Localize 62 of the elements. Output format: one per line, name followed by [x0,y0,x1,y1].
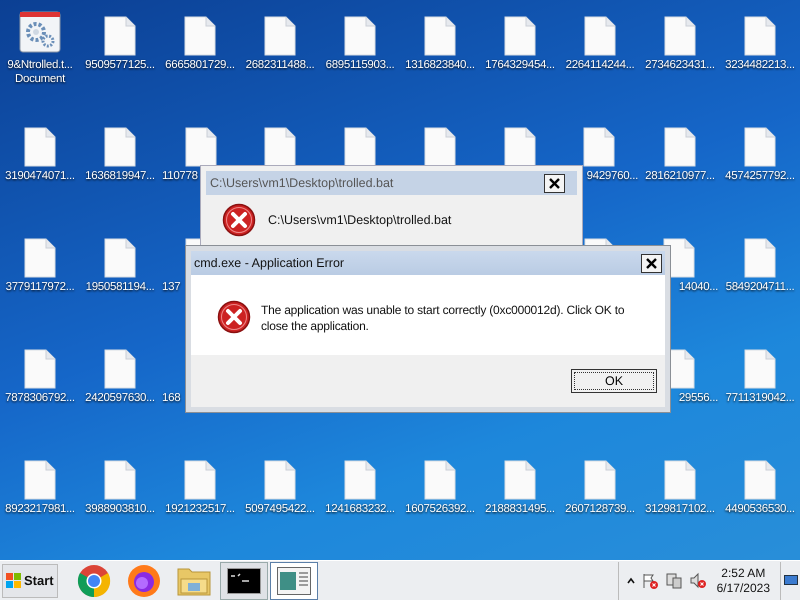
window-title: C:\Users\vm1\Desktop\trolled.bat [210,174,394,192]
file-name-label[interactable]: 2188831495... [485,502,555,516]
file-name-label[interactable]: 4574257792... [725,169,795,183]
file-name-label[interactable]: 2420597630... [85,391,155,405]
file-name-label[interactable]: 2816210977... [645,169,715,183]
taskbar-button[interactable] [220,562,268,600]
flag-error-icon[interactable] [640,572,659,590]
network-icon[interactable] [664,572,683,590]
file-name-label[interactable]: 2607128739... [565,502,635,516]
file-name-label[interactable]: 4490536530... [725,502,795,516]
start-button[interactable]: Start [2,564,58,598]
file-name-label[interactable]: 168 [162,391,180,405]
window-icon [276,566,311,594]
error-message: The application was unable to start correctly (0xc000012d). Click OK to close the application. [261,302,626,334]
file-name-label[interactable]: 1921232517... [165,502,235,516]
file-name-label[interactable]: 2682311488... [246,58,314,72]
file-name-label[interactable]: 3779117972... [6,280,74,294]
close-icon [646,258,657,268]
file-name-label[interactable]: 3129817102... [645,502,715,516]
close-button[interactable] [544,174,565,192]
windows-logo-icon [6,572,22,588]
file-name-label[interactable]: 2264114244... [566,58,634,72]
file-name-label[interactable]: 1950581194... [86,280,154,294]
file-name-label[interactable]: 2734623431... [645,58,715,72]
close-icon [549,178,560,188]
file-name-label[interactable]: 29556... [678,391,718,405]
file-name-label[interactable]: 1764329454... [485,58,555,72]
window-title: cmd.exe - Application Error [194,254,344,272]
clock-date[interactable]: 6/17/2023 [716,580,770,596]
file-name-label[interactable]: 3190474071... [5,169,75,183]
file-name-label[interactable]: 137 [162,280,180,294]
file-name-label[interactable]: 5097495422... [245,502,315,516]
file-name-label[interactable]: 3988903810... [85,502,155,516]
error-icon [217,300,251,334]
error-icon [222,203,256,237]
browser-icon [126,564,161,598]
file-name-label[interactable]: 7711319042... [726,391,794,405]
file-name-label[interactable]: 14040... [678,280,718,294]
file-name-label[interactable]: 6895115903... [326,58,394,72]
file-name-label[interactable]: 9&Ntrolled.t... Document [7,58,73,86]
file-name-label[interactable]: 6665801729... [165,58,235,72]
chevron-up-icon[interactable] [626,576,635,584]
file-name-label[interactable]: 9429760... [586,169,638,183]
file-name-label[interactable]: 1636819947... [85,169,155,183]
file-name-label[interactable]: 5849204711... [726,280,794,294]
file-name-label[interactable]: 1316823840... [405,58,475,72]
file-name-label[interactable]: 7878306792... [5,391,75,405]
speaker-muted-icon[interactable] [688,572,707,590]
file-name-label[interactable]: 110778 [162,169,198,183]
file-name-label[interactable]: 1241683232... [325,502,395,516]
file-name-label[interactable]: 9509577125... [85,58,155,72]
file-name-label[interactable]: 1607526392... [405,502,475,516]
ok-button[interactable]: OK [571,369,657,393]
console-icon [226,568,261,594]
close-button[interactable] [641,254,662,272]
clock-time[interactable]: 2:52 AM [721,566,766,580]
file-name-label[interactable]: 3234482213... [725,58,795,72]
dialog-message: C:\Users\vm1\Desktop\trolled.bat [268,212,452,229]
show-desktop-button[interactable] [780,562,800,600]
monitor-icon [784,574,798,586]
browser-icon [76,564,111,598]
file-name-label[interactable]: 8923217981... [5,502,75,516]
